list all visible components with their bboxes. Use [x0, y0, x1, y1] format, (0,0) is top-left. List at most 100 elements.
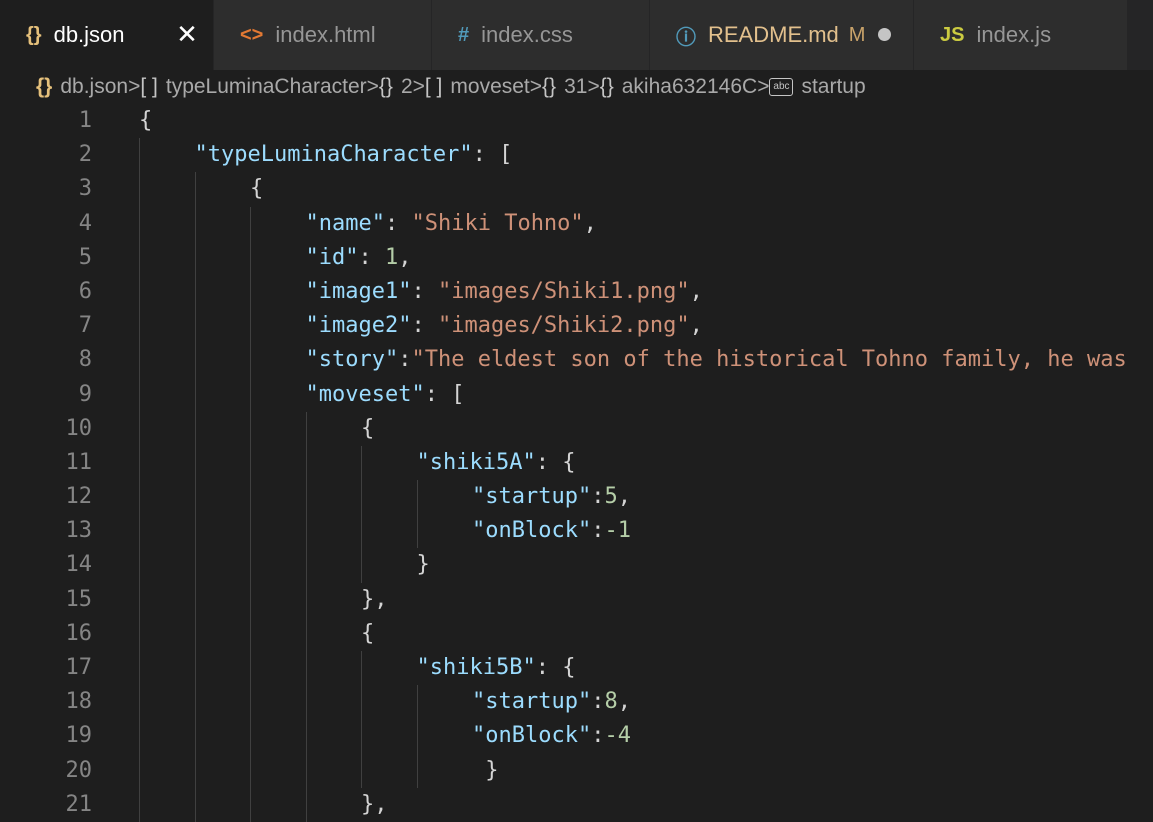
code-line[interactable]: 11 "shiki5A": { — [0, 445, 1153, 481]
indent-guide — [416, 719, 418, 754]
code-line[interactable]: 12 "startup":5, — [0, 480, 1153, 515]
code-line[interactable]: 17 "shiki5B": { — [0, 651, 1153, 686]
chevron-right-icon: > — [529, 75, 543, 98]
indent-guide — [139, 411, 140, 446]
tab-index-html[interactable]: <> index.html — [214, 0, 432, 70]
code-token: 5 — [604, 484, 618, 510]
code-line[interactable]: 7 "image2": "images/Shiki2.png", — [0, 309, 1153, 344]
code-token: "The eldest son of the historical Tohno … — [411, 347, 1127, 373]
line-number: 10 — [65, 415, 93, 441]
code-token: "id" — [305, 244, 359, 270]
code-token: : — [591, 689, 605, 715]
code-line[interactable]: 4 "name": "Shiki Tohno", — [0, 206, 1153, 241]
indent-guide — [139, 480, 140, 515]
code-text: { — [361, 617, 374, 651]
indent-guide — [305, 651, 307, 686]
indent-guide — [194, 514, 196, 549]
code-token: { — [250, 176, 264, 202]
code-line[interactable]: 2 "typeLuminaCharacter": [ — [0, 138, 1153, 173]
code-token: { — [361, 620, 375, 646]
indent-guide — [305, 548, 307, 583]
unsaved-dot-icon[interactable] — [878, 28, 891, 41]
chevron-right-icon: > — [587, 75, 600, 98]
code-token: -1 — [604, 518, 631, 544]
code-editor[interactable]: 1{2 "typeLuminaCharacter": [3{4 "name": "S… — [0, 104, 1153, 822]
code-line[interactable]: 21}, — [0, 787, 1153, 822]
code-text: "shiki5A": { — [417, 446, 576, 480]
code-token: , — [689, 313, 703, 339]
indent-guide — [305, 787, 307, 822]
tab-index-js[interactable]: JS index.js — [914, 0, 1128, 70]
code-token: : — [591, 723, 605, 749]
indent-guide — [139, 309, 140, 344]
code-line[interactable]: 1{ — [0, 104, 1153, 138]
breadcrumb-item[interactable]: {} db.json — [36, 75, 128, 99]
code-line[interactable]: 13 "onBlock":-1 — [0, 514, 1153, 549]
indent-guide — [194, 309, 196, 344]
indent-guide — [194, 582, 196, 617]
code-line[interactable]: 10 { — [0, 411, 1153, 446]
indent-guide — [194, 172, 196, 207]
code-line[interactable]: 20 } — [0, 753, 1153, 788]
code-text: "moveset": [ — [306, 378, 465, 412]
code-line[interactable]: 6 "image1": "images/Shiki1.png", — [0, 274, 1153, 310]
tab-db-json[interactable]: {} db.json ✕ — [0, 0, 214, 70]
object-icon: {} — [599, 75, 614, 98]
code-text: "startup":5, — [472, 480, 631, 514]
indent-guide — [250, 240, 251, 275]
breadcrumb-item[interactable]: [ ] moveset — [425, 75, 530, 99]
indent-guide — [194, 685, 196, 720]
breadcrumb-item[interactable]: [ ] typeLuminaCharacter — [140, 75, 366, 99]
indent-guide — [139, 616, 140, 651]
indent-guide — [194, 480, 196, 515]
indent-guide — [139, 206, 140, 241]
indent-guide — [139, 240, 140, 275]
tab-bar-empty-area — [1128, 0, 1153, 70]
breadcrumb-item[interactable]: {} akiha632146C — [600, 75, 757, 99]
close-icon[interactable]: ✕ — [173, 20, 201, 48]
line-number: 1 — [78, 108, 92, 133]
json-braces-icon: {} — [36, 75, 53, 98]
css-hash-icon: # — [458, 23, 470, 46]
tab-readme-md[interactable]: ⓘ README.md M — [650, 0, 914, 70]
indent-guide — [250, 309, 251, 344]
code-line[interactable]: 19 "onBlock":-4 — [0, 719, 1153, 754]
code-token: "images/Shiki2.png" — [437, 313, 690, 339]
indent-guide — [416, 685, 418, 720]
line-number: 12 — [65, 484, 93, 510]
array-icon: [ ] — [140, 75, 158, 98]
indent-guide — [139, 651, 140, 686]
indent-guide — [361, 514, 362, 549]
code-token: "moveset" — [305, 381, 425, 407]
indent-guide — [250, 445, 251, 481]
tab-label: index.css — [481, 22, 573, 47]
indent-guide — [250, 548, 251, 583]
modified-indicator: M — [848, 23, 866, 46]
code-line[interactable]: 3{ — [0, 172, 1153, 207]
breadcrumb-item[interactable]: {} 31 — [542, 75, 587, 99]
code-line[interactable]: 16 { — [0, 616, 1153, 651]
indent-guide — [194, 548, 196, 583]
code-line[interactable]: 5 "id": 1, — [0, 240, 1153, 275]
line-number: 4 — [78, 210, 92, 236]
code-line[interactable]: 14} — [0, 548, 1153, 583]
indent-guide — [194, 787, 196, 822]
code-line[interactable]: 15}, — [0, 582, 1153, 617]
tab-index-css[interactable]: # index.css — [432, 0, 650, 70]
breadcrumb-label: startup — [801, 75, 866, 98]
code-line[interactable]: 18 "startup":8, — [0, 685, 1153, 720]
breadcrumb-item[interactable]: {} 2 — [379, 75, 413, 99]
code-text: "image1": "images/Shiki1.png", — [306, 275, 703, 309]
code-token: -4 — [604, 723, 631, 749]
code-token: } — [416, 552, 430, 578]
code-line[interactable]: 9 "moveset": [ — [0, 377, 1153, 412]
breadcrumb-label: 2 — [400, 75, 413, 98]
json-braces-icon: {} — [26, 23, 42, 46]
indent-guide — [305, 480, 307, 515]
breadcrumb-item[interactable]: abc startup — [769, 75, 866, 99]
html-icon: <> — [240, 23, 264, 46]
code-line[interactable]: 8 "story":"The eldest son of the historic… — [0, 343, 1153, 378]
code-token: "story" — [305, 347, 399, 373]
code-token: : — [591, 518, 605, 544]
object-icon: {} — [378, 75, 393, 98]
